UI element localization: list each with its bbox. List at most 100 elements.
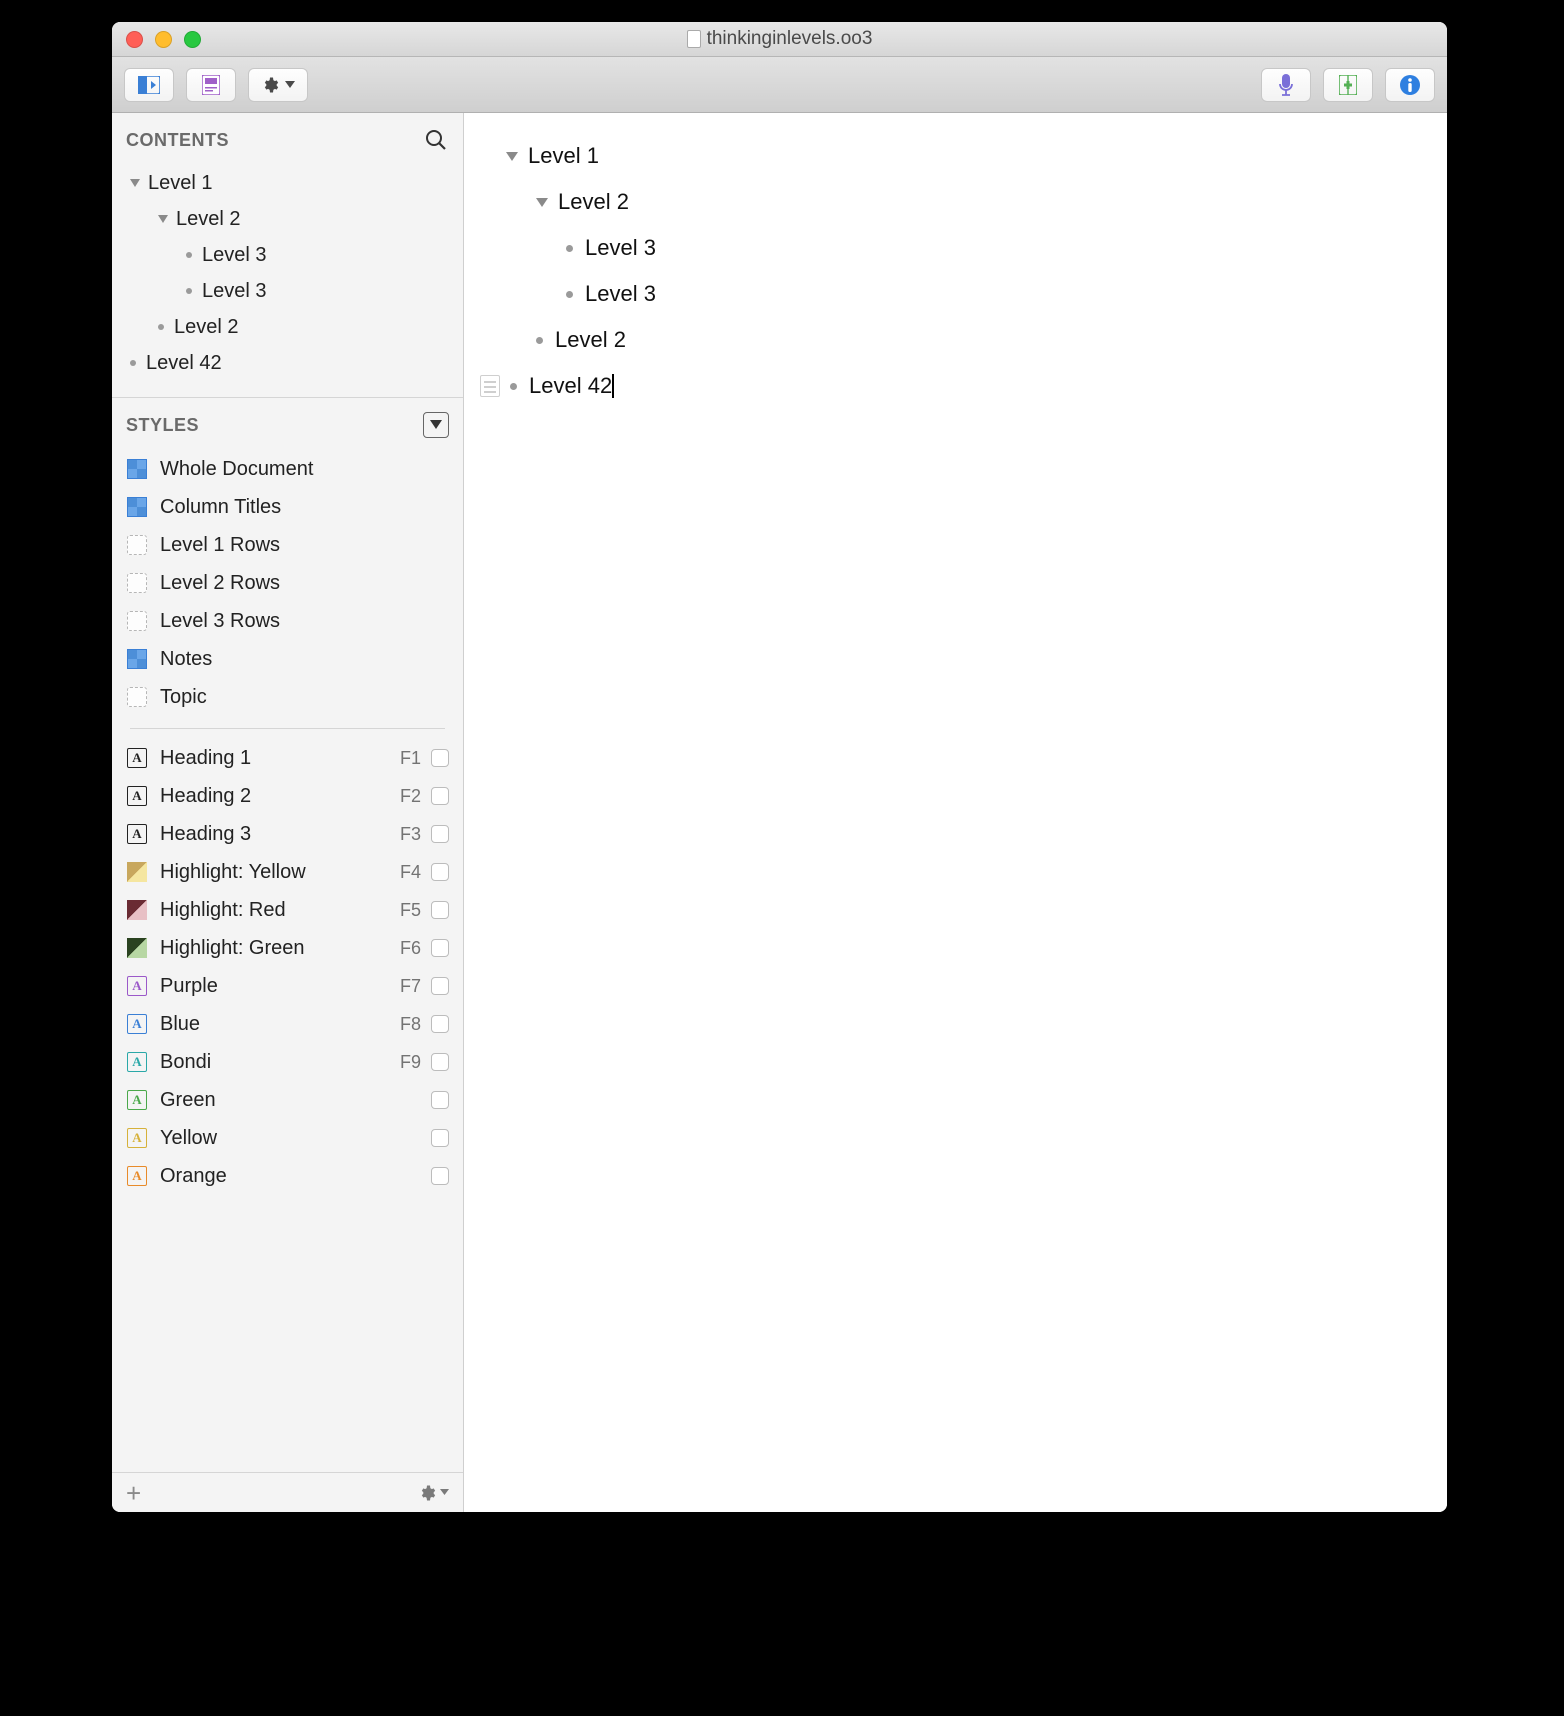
action-menu-button[interactable]: [248, 68, 308, 102]
style-applied-icon: [126, 648, 148, 670]
contents-item-label: Level 42: [146, 352, 222, 375]
outline-row-text[interactable]: Level 2: [558, 189, 629, 215]
structural-style-item[interactable]: Column Titles: [120, 488, 459, 526]
outline-row-text[interactable]: Level 3: [585, 235, 656, 261]
note-handle-icon[interactable]: [480, 375, 500, 397]
named-style-item[interactable]: AHeading 2F2: [120, 777, 459, 815]
style-toggle-checkbox[interactable]: [431, 1091, 449, 1109]
titlebar: thinkinginlevels.oo3: [112, 22, 1447, 57]
style-toggle-checkbox[interactable]: [431, 977, 449, 995]
close-window-button[interactable]: [126, 31, 143, 48]
contents-item-label: Level 2: [174, 316, 239, 339]
search-icon: [425, 129, 447, 151]
named-style-item[interactable]: Highlight: YellowF4: [120, 853, 459, 891]
disclosure-triangle-icon[interactable]: [130, 179, 140, 187]
structural-style-item[interactable]: Topic: [120, 678, 459, 716]
gear-icon: [418, 1484, 436, 1502]
bullet-icon: [186, 288, 192, 294]
text-style-icon: A: [126, 1165, 148, 1187]
named-style-item[interactable]: ABlueF8: [120, 1005, 459, 1043]
structural-style-item[interactable]: Level 2 Rows: [120, 564, 459, 602]
named-style-item[interactable]: ABondiF9: [120, 1043, 459, 1081]
structural-style-item[interactable]: Whole Document: [120, 450, 459, 488]
outline-row[interactable]: Level 42: [476, 363, 1435, 409]
contents-item[interactable]: Level 3: [112, 237, 463, 273]
outline-row[interactable]: Level 2: [476, 317, 1435, 363]
style-toggle-checkbox[interactable]: [431, 1015, 449, 1033]
sidebar-action-menu[interactable]: [418, 1484, 449, 1502]
named-styles-list: AHeading 1F1AHeading 2F2AHeading 3F3High…: [112, 735, 463, 1199]
contents-item[interactable]: Level 42: [112, 345, 463, 381]
sidebar-footer: +: [112, 1472, 463, 1512]
disclosure-triangle-icon[interactable]: [158, 215, 168, 223]
style-empty-icon: [126, 534, 148, 556]
bullet-icon: [158, 324, 164, 330]
named-style-item[interactable]: Highlight: RedF5: [120, 891, 459, 929]
structural-style-item[interactable]: Level 1 Rows: [120, 526, 459, 564]
structural-style-item[interactable]: Notes: [120, 640, 459, 678]
styles-title: STYLES: [126, 415, 199, 436]
named-style-item[interactable]: AGreen: [120, 1081, 459, 1119]
contents-item[interactable]: Level 2: [112, 309, 463, 345]
text-style-icon: A: [126, 1127, 148, 1149]
bullet-icon: [186, 252, 192, 258]
outline-row[interactable]: Level 1: [476, 133, 1435, 179]
styles-dropdown-button[interactable]: [423, 412, 449, 438]
search-button[interactable]: [423, 127, 449, 153]
style-label: Orange: [160, 1165, 421, 1188]
named-style-item[interactable]: AYellow: [120, 1119, 459, 1157]
disclosure-triangle-icon[interactable]: [506, 152, 518, 161]
style-toggle-checkbox[interactable]: [431, 1167, 449, 1185]
minimize-window-button[interactable]: [155, 31, 172, 48]
named-style-item[interactable]: AHeading 3F3: [120, 815, 459, 853]
named-style-item[interactable]: A Orange: [120, 1157, 459, 1195]
outline-row-text[interactable]: Level 1: [528, 143, 599, 169]
contents-item[interactable]: Level 3: [112, 273, 463, 309]
highlight-swatch-icon: [126, 937, 148, 959]
contents-item[interactable]: Level 1: [112, 165, 463, 201]
text-style-icon: A: [126, 1051, 148, 1073]
named-style-item[interactable]: APurpleF7: [120, 967, 459, 1005]
inspector-button[interactable]: [1385, 68, 1435, 102]
outline-row[interactable]: Level 2: [476, 179, 1435, 225]
style-toggle-checkbox[interactable]: [431, 863, 449, 881]
named-style-item[interactable]: Highlight: GreenF6: [120, 929, 459, 967]
style-toggle-checkbox[interactable]: [431, 825, 449, 843]
triangle-down-icon: [430, 420, 442, 430]
outline-row-text[interactable]: Level 42: [529, 373, 612, 399]
dictation-button[interactable]: [1261, 68, 1311, 102]
text-cursor: [612, 374, 614, 398]
style-toggle-checkbox[interactable]: [431, 939, 449, 957]
add-style-button[interactable]: +: [126, 1480, 141, 1506]
outline-row-text[interactable]: Level 2: [555, 327, 626, 353]
outline-content[interactable]: Level 1 Level 2 Level 3 Level 3 Level 2 Level…: [464, 113, 1447, 1512]
named-style-item[interactable]: AHeading 1F1: [120, 739, 459, 777]
zoom-window-button[interactable]: [184, 31, 201, 48]
structural-style-item[interactable]: Level 3 Rows: [120, 602, 459, 640]
style-toggle-checkbox[interactable]: [431, 749, 449, 767]
document-view-button[interactable]: [186, 68, 236, 102]
contents-item-label: Level 2: [176, 208, 241, 231]
style-label: Level 1 Rows: [160, 534, 280, 557]
disclosure-triangle-icon[interactable]: [536, 198, 548, 207]
style-shortcut: F4: [400, 862, 421, 883]
style-toggle-checkbox[interactable]: [431, 901, 449, 919]
style-applied-icon: [126, 458, 148, 480]
add-column-button[interactable]: [1323, 68, 1373, 102]
style-shortcut: F5: [400, 900, 421, 921]
style-empty-icon: [126, 572, 148, 594]
outline-row[interactable]: Level 3: [476, 271, 1435, 317]
outline-row[interactable]: Level 3: [476, 225, 1435, 271]
contents-item[interactable]: Level 2: [112, 201, 463, 237]
style-toggle-checkbox[interactable]: [431, 1129, 449, 1147]
style-toggle-checkbox[interactable]: [431, 1053, 449, 1071]
app-window: thinkinginlevels.oo3: [112, 22, 1447, 1512]
microphone-icon: [1278, 74, 1294, 96]
window-title-text: thinkinginlevels.oo3: [707, 28, 873, 50]
traffic-lights: [112, 31, 201, 48]
style-toggle-checkbox[interactable]: [431, 787, 449, 805]
toolbar: [112, 57, 1447, 113]
style-label: Level 3 Rows: [160, 610, 280, 633]
toggle-sidebar-button[interactable]: [124, 68, 174, 102]
outline-row-text[interactable]: Level 3: [585, 281, 656, 307]
